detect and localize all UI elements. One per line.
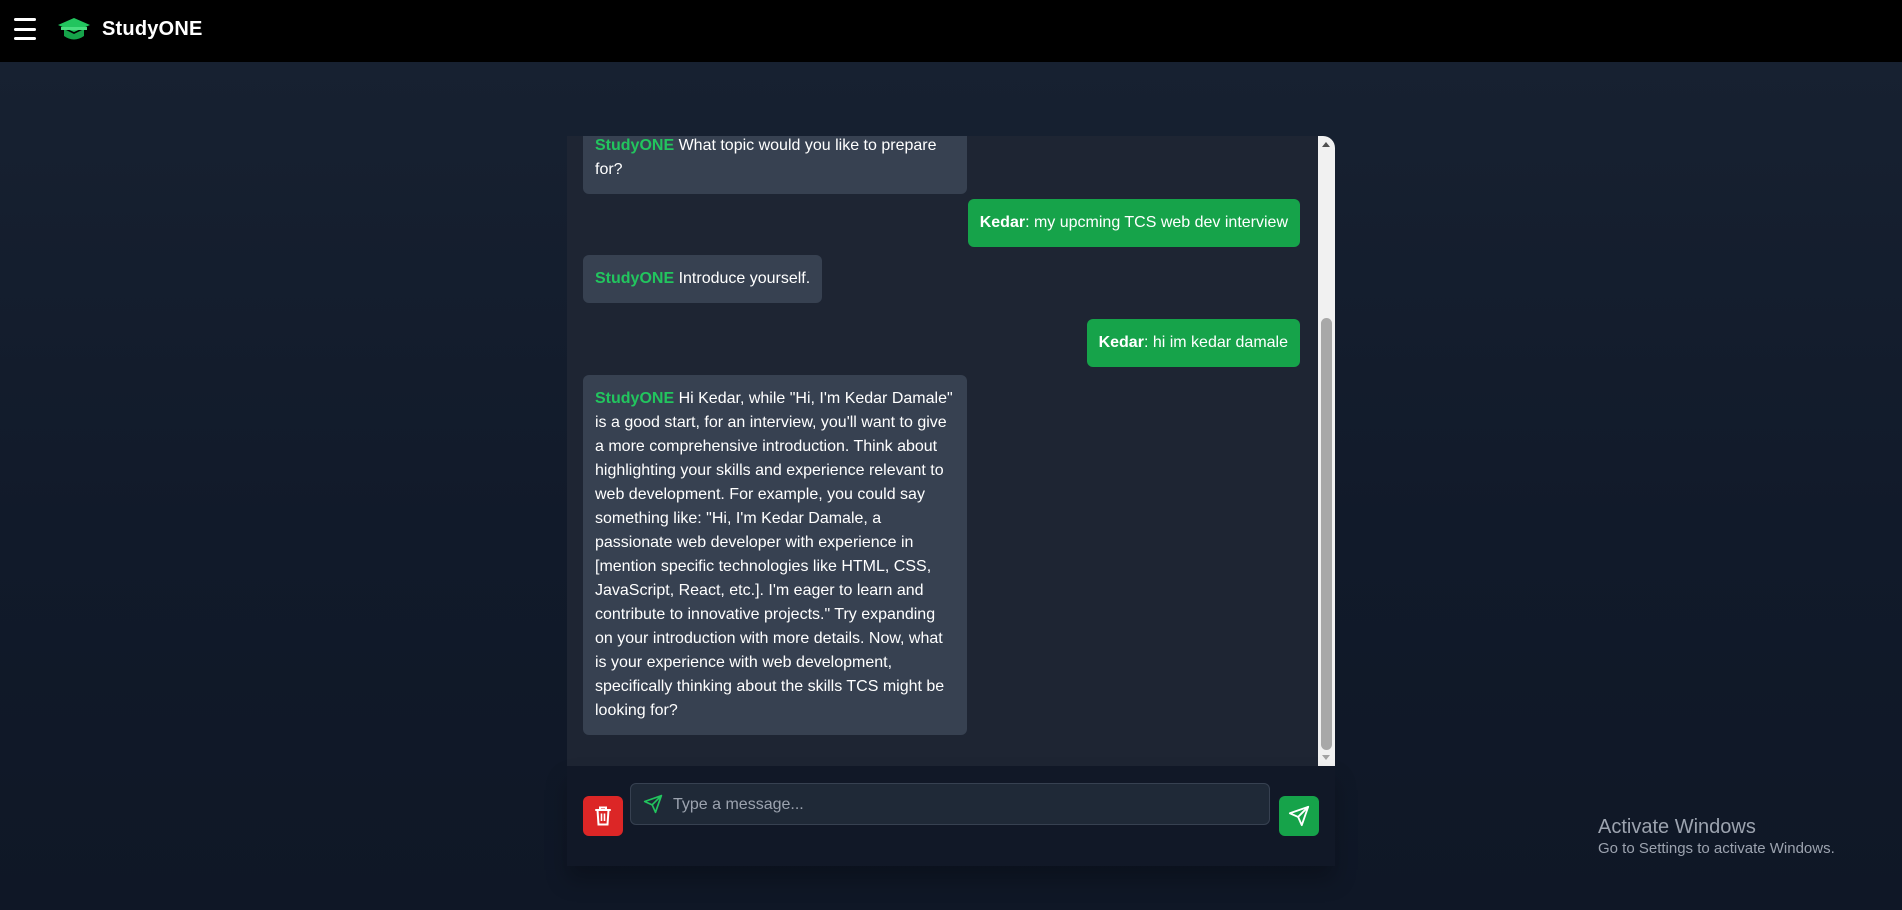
message-composer	[567, 766, 1335, 866]
sender-name: Kedar	[979, 214, 1026, 231]
message-text: : my upcming TCS web dev interview	[1025, 214, 1288, 231]
send-button[interactable]	[1279, 796, 1319, 836]
clear-chat-button[interactable]	[583, 796, 623, 836]
scroll-down-arrow-icon[interactable]	[1322, 755, 1330, 760]
chat-scrollbar[interactable]	[1318, 136, 1335, 766]
message-text: : hi im kedar damale	[1143, 334, 1288, 351]
message-bot: StudyONE Hi Kedar, while "Hi, I'm Kedar …	[583, 375, 967, 735]
watermark-subtitle: Go to Settings to activate Windows.	[1598, 840, 1835, 857]
send-icon	[643, 794, 663, 814]
send-icon	[1288, 805, 1310, 827]
graduation-cap-icon	[58, 18, 90, 40]
message-input[interactable]	[671, 784, 1265, 826]
message-user: Kedar: my upcming TCS web dev interview	[967, 199, 1300, 247]
trash-icon	[595, 806, 611, 826]
activate-windows-watermark: Activate Windows Go to Settings to activ…	[1598, 815, 1835, 859]
hamburger-menu-icon[interactable]	[14, 18, 38, 40]
message-input-field[interactable]	[630, 783, 1270, 826]
sender-name: StudyONE	[595, 390, 675, 407]
watermark-title: Activate Windows	[1598, 816, 1756, 838]
message-text: Hi Kedar, while "Hi, I'm Kedar Damale" i…	[595, 390, 953, 719]
brand-name[interactable]: StudyONE	[102, 18, 203, 41]
scroll-thumb[interactable]	[1321, 318, 1332, 750]
message-text: Introduce yourself.	[674, 270, 811, 287]
message-bot: StudyONE What topic would you like to pr…	[583, 136, 967, 194]
sender-name: StudyONE	[595, 137, 675, 154]
message-user: Kedar: hi im kedar damale	[1086, 319, 1300, 367]
top-navbar: StudyONE	[0, 0, 1902, 62]
chat-window: StudyONE What topic would you like to pr…	[567, 136, 1335, 766]
message-list: StudyONE What topic would you like to pr…	[567, 136, 1317, 766]
sender-name: StudyONE	[595, 270, 675, 287]
scroll-up-arrow-icon[interactable]	[1322, 142, 1330, 147]
message-bot: StudyONE Introduce yourself.	[583, 255, 823, 303]
sender-name: Kedar	[1098, 334, 1144, 351]
